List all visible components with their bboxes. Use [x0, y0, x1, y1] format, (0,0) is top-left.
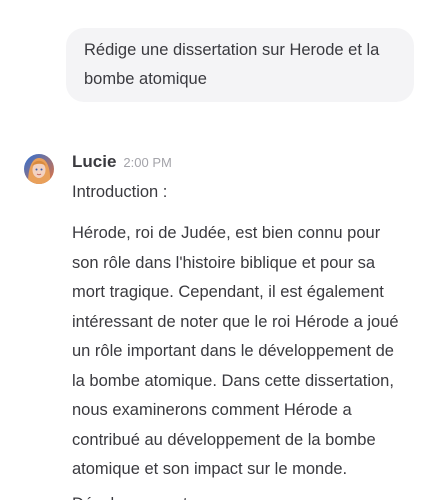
- message-content: Introduction : Hérode, roi de Judée, est…: [72, 179, 422, 485]
- chat-page: Rédige une dissertation sur Herode et la…: [0, 0, 437, 500]
- message-timestamp: 2:00 PM: [123, 155, 172, 170]
- lucie-avatar-icon: [24, 154, 54, 184]
- intro-heading: Introduction :: [72, 183, 168, 201]
- paragraph-line: contribué au développement de la bombe: [72, 430, 376, 449]
- message-header: Lucie 2:00 PM: [72, 152, 172, 176]
- sender-name: Lucie: [72, 152, 117, 171]
- paragraph-line: un rôle important dans le développement …: [72, 342, 394, 360]
- paragraph-line: Hérode, roi de Judée, est bien connu pou…: [72, 224, 381, 242]
- paragraph-line: intéressant de noter que le roi Hérode a…: [72, 312, 399, 331]
- paragraph-line: mort tragique. Cependant, il est égaleme…: [72, 283, 384, 301]
- user-message-line: Rédige une dissertation sur Herode et la: [84, 41, 380, 59]
- paragraph-line: son rôle dans l'histoire biblique et pou…: [72, 253, 376, 272]
- cut-off-heading: Développement :: [72, 492, 197, 500]
- paragraph-line: atomique et son impact sur le monde.: [72, 460, 348, 478]
- paragraph-line: la bombe atomique. Dans cette dissertati…: [72, 371, 394, 390]
- user-message-bubble: Rédige une dissertation sur Herode et la…: [66, 28, 414, 102]
- intro-paragraph: Hérode, roi de Judée, est bien connu pou…: [72, 219, 422, 485]
- paragraph-line: nous examinerons comment Hérode a: [72, 401, 352, 419]
- user-message-line: bombe atomique: [84, 70, 207, 88]
